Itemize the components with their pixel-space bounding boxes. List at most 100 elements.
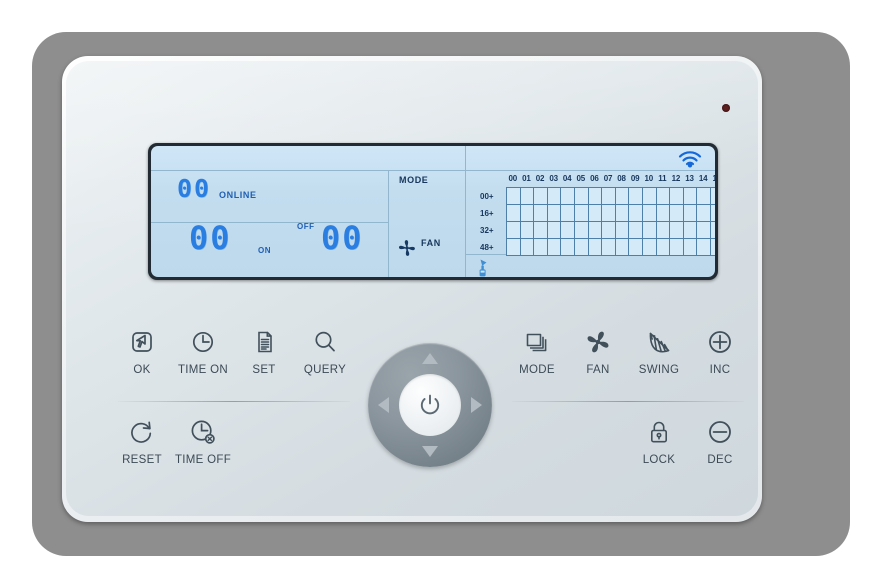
grid-cell[interactable] [602,239,616,256]
grid-cell[interactable] [615,205,630,222]
grid-cell[interactable] [520,205,535,222]
grid-cell[interactable] [574,222,589,239]
grid-cell[interactable] [561,239,575,256]
dpad-up-arrow[interactable] [422,353,438,364]
grid-cell[interactable] [507,222,521,239]
grid-row-label: 00+ [480,192,494,201]
grid-column-header: 01 [522,174,531,183]
grid-row-label: 16+ [480,209,494,218]
grid-cell[interactable] [602,188,616,205]
grid-cell[interactable] [629,239,643,256]
grid-cell[interactable] [670,188,684,205]
grid-cell[interactable] [683,205,698,222]
online-count-value: 00 [177,174,212,203]
power-button[interactable] [399,374,461,436]
grid-cell[interactable] [561,188,575,205]
grid-cell[interactable] [670,222,684,239]
grid-cell[interactable] [710,222,715,239]
grid-cell[interactable] [629,188,643,205]
fan-blade-icon [398,240,415,256]
button-inc[interactable]: INC [683,325,757,376]
grid-cell[interactable] [588,239,603,256]
grid-cell[interactable] [642,188,657,205]
grid-cell[interactable] [547,188,562,205]
button-dec[interactable]: DEC [683,415,757,466]
grid-cell[interactable] [710,188,715,205]
ir-receiver-dot [722,104,730,112]
screenshot-root: 00 ONLINE 00 ON OFF 00 MODE FAN 00 01 02… [0,0,882,588]
grid-cell[interactable] [574,239,589,256]
grid-cell[interactable] [642,222,657,239]
grid-cell[interactable] [642,239,657,256]
dpad-right-arrow[interactable] [471,397,482,413]
lcd-left-region: 00 ONLINE 00 ON OFF 00 [151,170,388,277]
fan-indicator: FAN [395,236,441,260]
grid-cell[interactable] [534,188,548,205]
grid-cell[interactable] [615,222,630,239]
grid-cell[interactable] [602,222,616,239]
grid-row [507,239,715,256]
grid-cell[interactable] [697,239,711,256]
grid-cell[interactable] [670,239,684,256]
grid-cell[interactable] [547,205,562,222]
grid-cell[interactable] [602,205,616,222]
grid-row-labels: 00+ 16+ 32+ 48+ [480,188,494,256]
grid-cell[interactable] [547,239,562,256]
button-query[interactable]: QUERY [288,325,362,376]
grid-cell[interactable] [507,239,521,256]
grid-cell[interactable] [697,222,711,239]
grid-column-header: 09 [630,174,640,183]
grid-cell[interactable] [520,239,535,256]
dpad-left-arrow[interactable] [378,397,389,413]
grid-cell[interactable] [574,188,589,205]
grid-cell[interactable] [683,239,698,256]
grid-cell[interactable] [710,205,715,222]
grid-cell[interactable] [697,205,711,222]
divider-right [512,401,744,402]
grid-cell[interactable] [520,188,535,205]
button-time-off[interactable]: TIME OFF [166,415,240,466]
grid-column-header: 03 [549,174,558,183]
grid-cell[interactable] [588,222,603,239]
grid-cell[interactable] [710,239,715,256]
grid-cell[interactable] [520,222,535,239]
grid-column-header: 04 [562,174,572,183]
grid-cell[interactable] [629,222,643,239]
grid-cell[interactable] [683,188,698,205]
grid-cell[interactable] [507,205,521,222]
timer-on-value: 00 [189,219,232,257]
grid-column-header: 08 [617,174,626,183]
grid-cell[interactable] [534,239,548,256]
grid-cell[interactable] [629,205,643,222]
grid-cell[interactable] [588,188,603,205]
grid-cell[interactable] [534,205,548,222]
grid-cell[interactable] [534,222,548,239]
navigation-dpad[interactable] [368,343,492,467]
grid-cell[interactable] [656,222,671,239]
grid-cell[interactable] [561,222,575,239]
grid-cell[interactable] [697,188,711,205]
grid-cell[interactable] [507,188,521,205]
grid-cell[interactable] [656,239,671,256]
grid-cell[interactable] [547,222,562,239]
grid-cell[interactable] [683,222,698,239]
grid-row [507,188,715,205]
grid-cell[interactable] [656,188,671,205]
grid-cell[interactable] [615,239,630,256]
clock-cancel-icon [166,415,240,449]
grid-cell[interactable] [561,205,575,222]
grid-cell[interactable] [588,205,603,222]
grid-cell[interactable] [656,205,671,222]
mode-label: MODE [399,175,429,185]
grid-cell[interactable] [615,188,630,205]
grid-column-header: 10 [644,174,653,183]
lcd-display-frame: 00 ONLINE 00 ON OFF 00 MODE FAN 00 01 02… [148,143,718,280]
grid-cell[interactable] [642,205,657,222]
lcd-grid-region: 00 01 02 03 04 05 06 07 08 09 10 11 12 13 14 15 00+ 16+ 3… [466,146,715,277]
button-inc-label: INC [709,364,731,376]
grid-cell[interactable] [574,205,589,222]
grid-cell[interactable] [670,205,684,222]
dpad-down-arrow[interactable] [422,446,438,457]
plus-circle-icon [683,325,757,359]
timer-off-label: OFF [297,222,315,231]
